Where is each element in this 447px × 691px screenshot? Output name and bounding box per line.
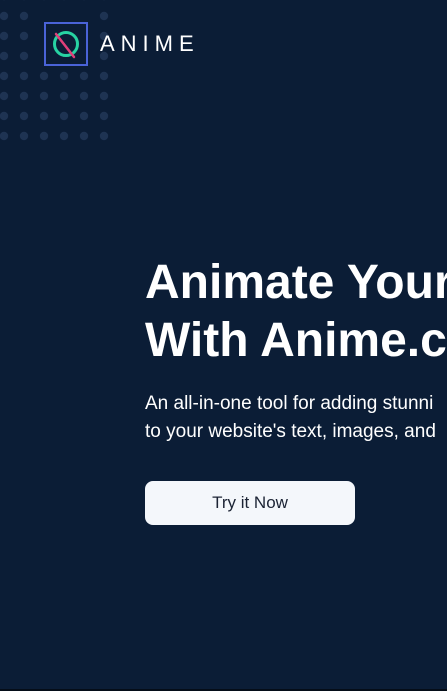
pattern-dot [19, 131, 29, 141]
pattern-dot [39, 131, 49, 141]
pattern-dot [59, 71, 69, 81]
hero-title-line-2: With Anime.cs [145, 314, 447, 367]
pattern-dot [59, 111, 69, 121]
try-it-now-button[interactable]: Try it Now [145, 481, 355, 525]
pattern-dot [79, 91, 89, 101]
hero-section: Animate Your With Anime.cs An all-in-one… [145, 254, 447, 525]
pattern-dot [39, 91, 49, 101]
pattern-dot [39, 71, 49, 81]
pattern-dot [99, 91, 109, 101]
pattern-dot [0, 51, 9, 61]
pattern-dot [79, 131, 89, 141]
pattern-dot [0, 71, 9, 81]
pattern-dot [19, 51, 29, 61]
pattern-dot [19, 31, 29, 41]
pattern-dot [99, 111, 109, 121]
pattern-dot [99, 11, 109, 21]
pattern-dot [99, 71, 109, 81]
brand-name: ANIME [100, 31, 200, 56]
pattern-dot [0, 111, 9, 121]
hero-subtitle: An all-in-one tool for adding stunni to … [145, 390, 447, 446]
pattern-dot [19, 91, 29, 101]
pattern-dot [99, 131, 109, 141]
pattern-dot [39, 111, 49, 121]
brand-logo[interactable]: ANIME [44, 22, 200, 66]
anime-logo-icon [44, 22, 88, 66]
pattern-dot [79, 71, 89, 81]
pattern-dot [0, 31, 9, 41]
hero-subtitle-line-2: to your website's text, images, and [145, 421, 436, 442]
pattern-dot [19, 11, 29, 21]
hero-title-line-1: Animate Your [145, 256, 447, 309]
page: ANIME Animate Your With Anime.cs An all-… [0, 0, 447, 691]
pattern-dot [0, 131, 9, 141]
pattern-dot [59, 91, 69, 101]
hero-title: Animate Your With Anime.cs [145, 254, 447, 370]
pattern-dot [59, 131, 69, 141]
pattern-dot [19, 71, 29, 81]
hero-subtitle-line-1: An all-in-one tool for adding stunni [145, 393, 434, 414]
pattern-dot [0, 11, 9, 21]
pattern-dot [0, 91, 9, 101]
pattern-dot [19, 111, 29, 121]
pattern-dot [79, 111, 89, 121]
